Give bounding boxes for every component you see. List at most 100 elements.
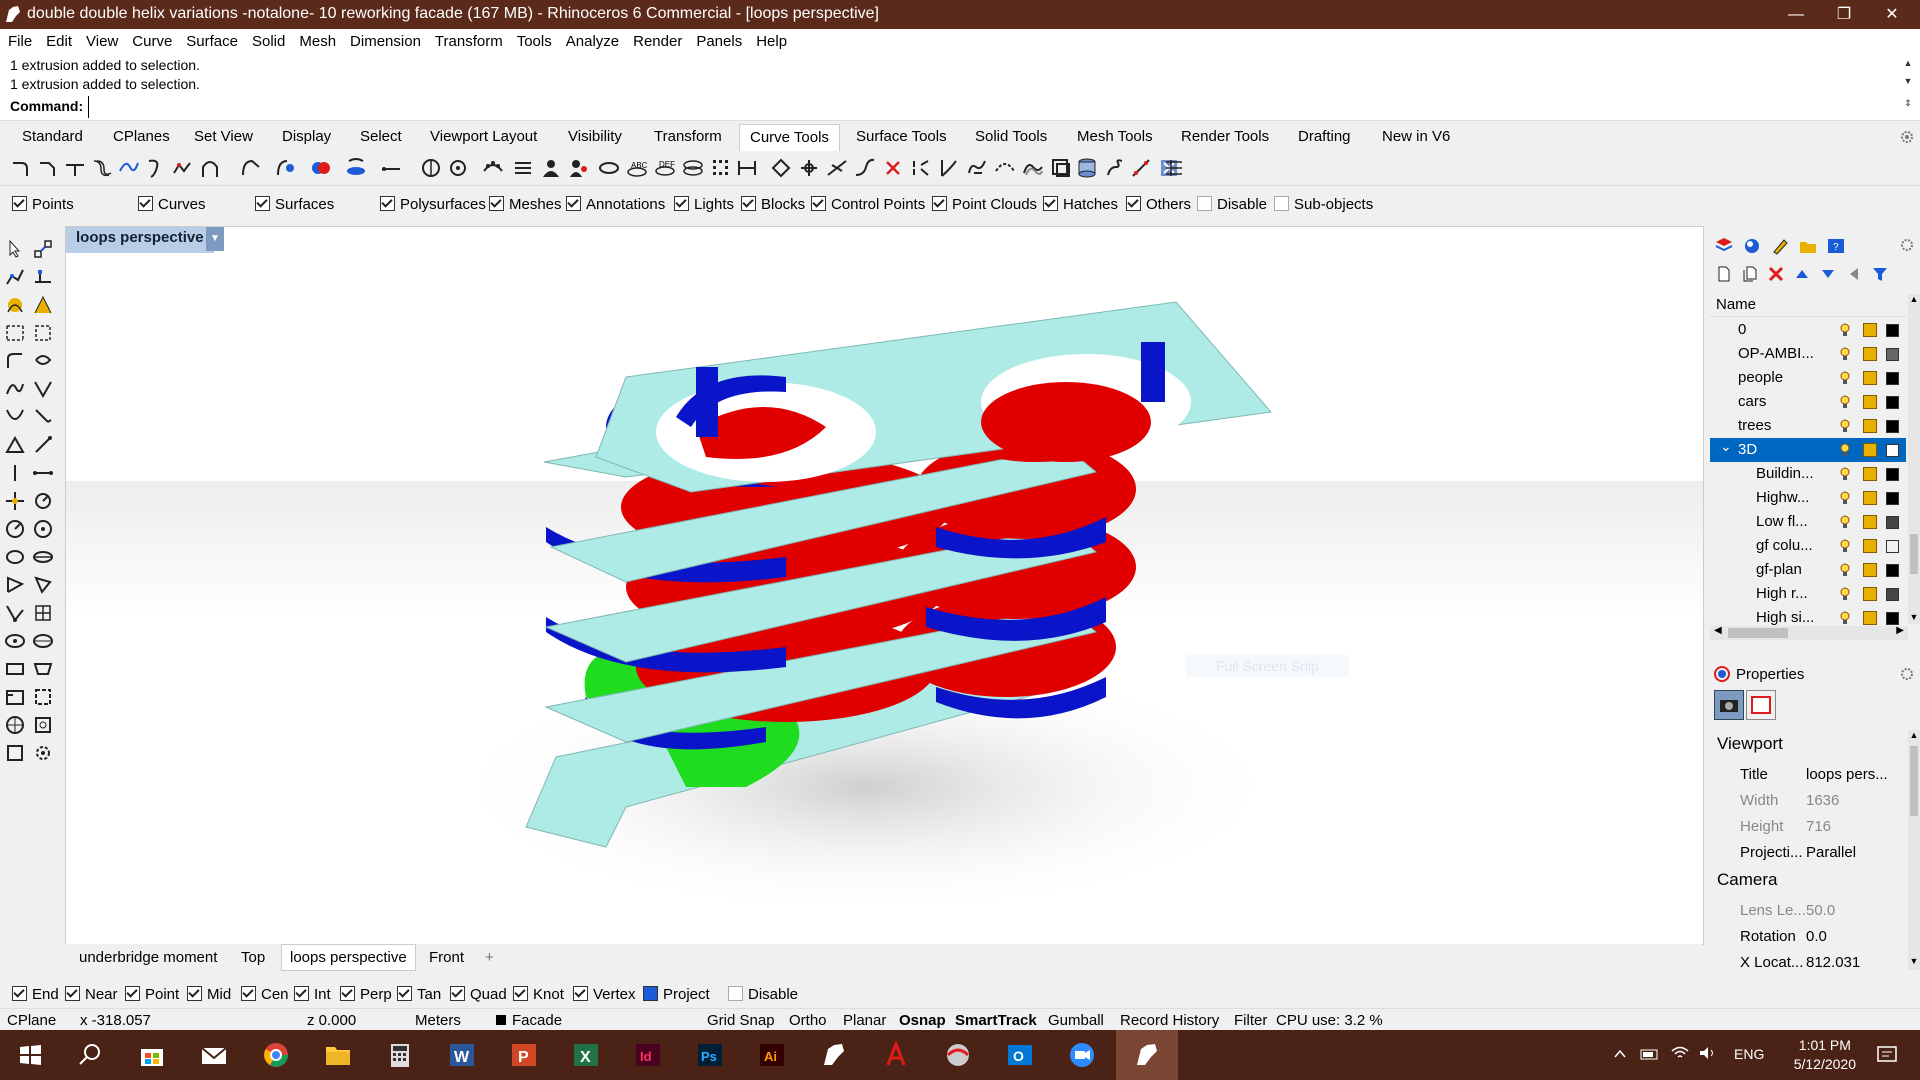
filter-icon[interactable] (1872, 266, 1888, 282)
control-points-icon[interactable] (710, 157, 732, 179)
layer-color-swatch[interactable] (1886, 348, 1899, 361)
layers-hscrollbar[interactable]: ◀ ▶ (1710, 625, 1908, 640)
layer-color-swatch[interactable] (1886, 324, 1899, 337)
project-curve-icon[interactable] (345, 157, 367, 179)
light-bulb-icon[interactable] (1840, 491, 1850, 505)
menu-panels[interactable]: Panels (688, 29, 748, 50)
move-up-icon[interactable] (1794, 266, 1810, 282)
close-button[interactable]: ✕ (1864, 0, 1920, 29)
curvature-graph-icon[interactable] (682, 157, 704, 179)
filter-surfaces[interactable]: Surfaces (255, 196, 334, 213)
history-scroll-down-icon[interactable]: ▼ (1902, 76, 1914, 88)
vertical-line-icon[interactable] (4, 462, 26, 484)
tab-loops-perspective[interactable]: loops perspective (281, 944, 416, 971)
bounding-box-icon[interactable] (32, 686, 54, 708)
filter-blocks[interactable]: Blocks (741, 196, 805, 213)
light-bulb-icon[interactable] (1840, 323, 1850, 337)
curve-on-surface-icon[interactable] (4, 602, 26, 624)
property-value[interactable]: 812.031 (1806, 954, 1860, 971)
language-indicator[interactable]: ENG (1734, 1046, 1764, 1062)
filter-lights[interactable]: Lights (674, 196, 734, 213)
lock-icon[interactable] (1863, 539, 1877, 553)
cplane-label[interactable]: CPlane (7, 1012, 56, 1029)
layer-row[interactable]: Low fl... (1710, 510, 1906, 534)
layer-color-swatch[interactable] (1886, 612, 1899, 625)
layer-color-swatch[interactable] (1886, 516, 1899, 529)
chamfer-curves-icon[interactable] (37, 157, 59, 179)
layer-row[interactable]: people (1710, 366, 1906, 390)
move-out-icon[interactable] (1846, 266, 1862, 282)
toggle-filter[interactable]: Filter (1234, 1012, 1267, 1029)
search-icon[interactable] (74, 1039, 106, 1071)
menu-curve[interactable]: Curve (124, 29, 178, 50)
word-icon[interactable]: W (446, 1039, 478, 1071)
windows-start-icon[interactable] (14, 1039, 46, 1071)
delete-icon[interactable] (1768, 266, 1784, 282)
scroll-up-icon[interactable]: ▲ (1908, 730, 1920, 740)
command-input[interactable] (88, 96, 1903, 118)
ellipse-3pt-icon[interactable] (4, 546, 26, 568)
curve-cv-icon[interactable] (4, 294, 26, 316)
interp-curve-icon[interactable] (32, 294, 54, 316)
layer-color-swatch[interactable] (1886, 444, 1899, 457)
dot-line-icon[interactable] (32, 462, 54, 484)
helix-icon[interactable] (1104, 157, 1126, 179)
filter-annotations[interactable]: Annotations (566, 196, 665, 213)
light-bulb-icon[interactable] (1840, 395, 1850, 409)
slash-icon[interactable] (32, 434, 54, 456)
lock-icon[interactable] (1863, 419, 1877, 433)
osnap-perp[interactable]: Perp (340, 986, 392, 1003)
gear-icon[interactable] (1900, 130, 1914, 144)
menu-transform[interactable]: Transform (427, 29, 509, 50)
silhouette-icon[interactable] (540, 157, 562, 179)
light-bulb-icon[interactable] (1840, 467, 1850, 481)
point-icon[interactable] (32, 238, 54, 260)
photoshop-icon[interactable]: Ps (694, 1039, 726, 1071)
menu-render[interactable]: Render (625, 29, 688, 50)
property-value[interactable]: 0.0 (1806, 928, 1827, 945)
gear-tool-icon[interactable] (32, 742, 54, 764)
lock-icon[interactable] (1863, 515, 1877, 529)
battery-icon[interactable] (1640, 1046, 1660, 1062)
osnap-end[interactable]: End (12, 986, 59, 1003)
menu-edit[interactable]: Edit (38, 29, 78, 50)
solid-sphere-icon[interactable] (32, 630, 54, 652)
scroll-right-icon[interactable]: ▶ (1896, 625, 1904, 636)
tab-transform[interactable]: Transform (654, 128, 722, 145)
osnap-near[interactable]: Near (65, 986, 118, 1003)
filter-disable[interactable]: Disable (1197, 196, 1267, 213)
filter-meshes[interactable]: Meshes (489, 196, 562, 213)
arc-icon[interactable] (199, 157, 221, 179)
toggle-gumball[interactable]: Gumball (1048, 1012, 1104, 1029)
layer-color-swatch[interactable] (1886, 420, 1899, 433)
line-tool-icon[interactable] (32, 266, 54, 288)
hook-curve-icon[interactable] (32, 406, 54, 428)
divide-curve-icon[interactable] (482, 157, 504, 179)
v-curve-2-icon[interactable] (4, 406, 26, 428)
new-layer-icon[interactable] (1716, 266, 1732, 282)
cross-section-icon[interactable] (598, 157, 620, 179)
properties-scrollbar[interactable]: ▲ ▼ (1908, 730, 1920, 970)
tab-standard[interactable]: Standard (22, 128, 83, 145)
scroll-down-icon[interactable]: ▼ (1908, 956, 1920, 966)
layer-row[interactable]: Highw... (1710, 486, 1906, 510)
menu-tools[interactable]: Tools (509, 29, 558, 50)
folder-icon[interactable] (1798, 236, 1818, 256)
layer-color-swatch[interactable] (1886, 540, 1899, 553)
tab-select[interactable]: Select (360, 128, 402, 145)
outlook-icon[interactable]: O (1004, 1039, 1036, 1071)
contour-icon[interactable] (512, 157, 534, 179)
history-scroll-up-icon[interactable]: ▲ (1902, 58, 1914, 70)
lock-icon[interactable] (1863, 611, 1877, 625)
tab-drafting[interactable]: Drafting (1298, 128, 1351, 145)
mail-icon[interactable] (198, 1039, 230, 1071)
indesign-icon[interactable]: Id (632, 1039, 664, 1071)
help-tab-icon[interactable]: ? (1826, 236, 1846, 256)
chevron-up-icon[interactable] (1612, 1046, 1628, 1062)
active-app-highlight[interactable] (1116, 1030, 1178, 1080)
gear-icon[interactable] (1900, 667, 1914, 681)
tab-solid-tools[interactable]: Solid Tools (975, 128, 1047, 145)
layer-row[interactable]: 3D ⌄ (1710, 438, 1906, 462)
match-curve-icon[interactable] (240, 157, 262, 179)
layer-row[interactable]: OP-AMBI... (1710, 342, 1906, 366)
